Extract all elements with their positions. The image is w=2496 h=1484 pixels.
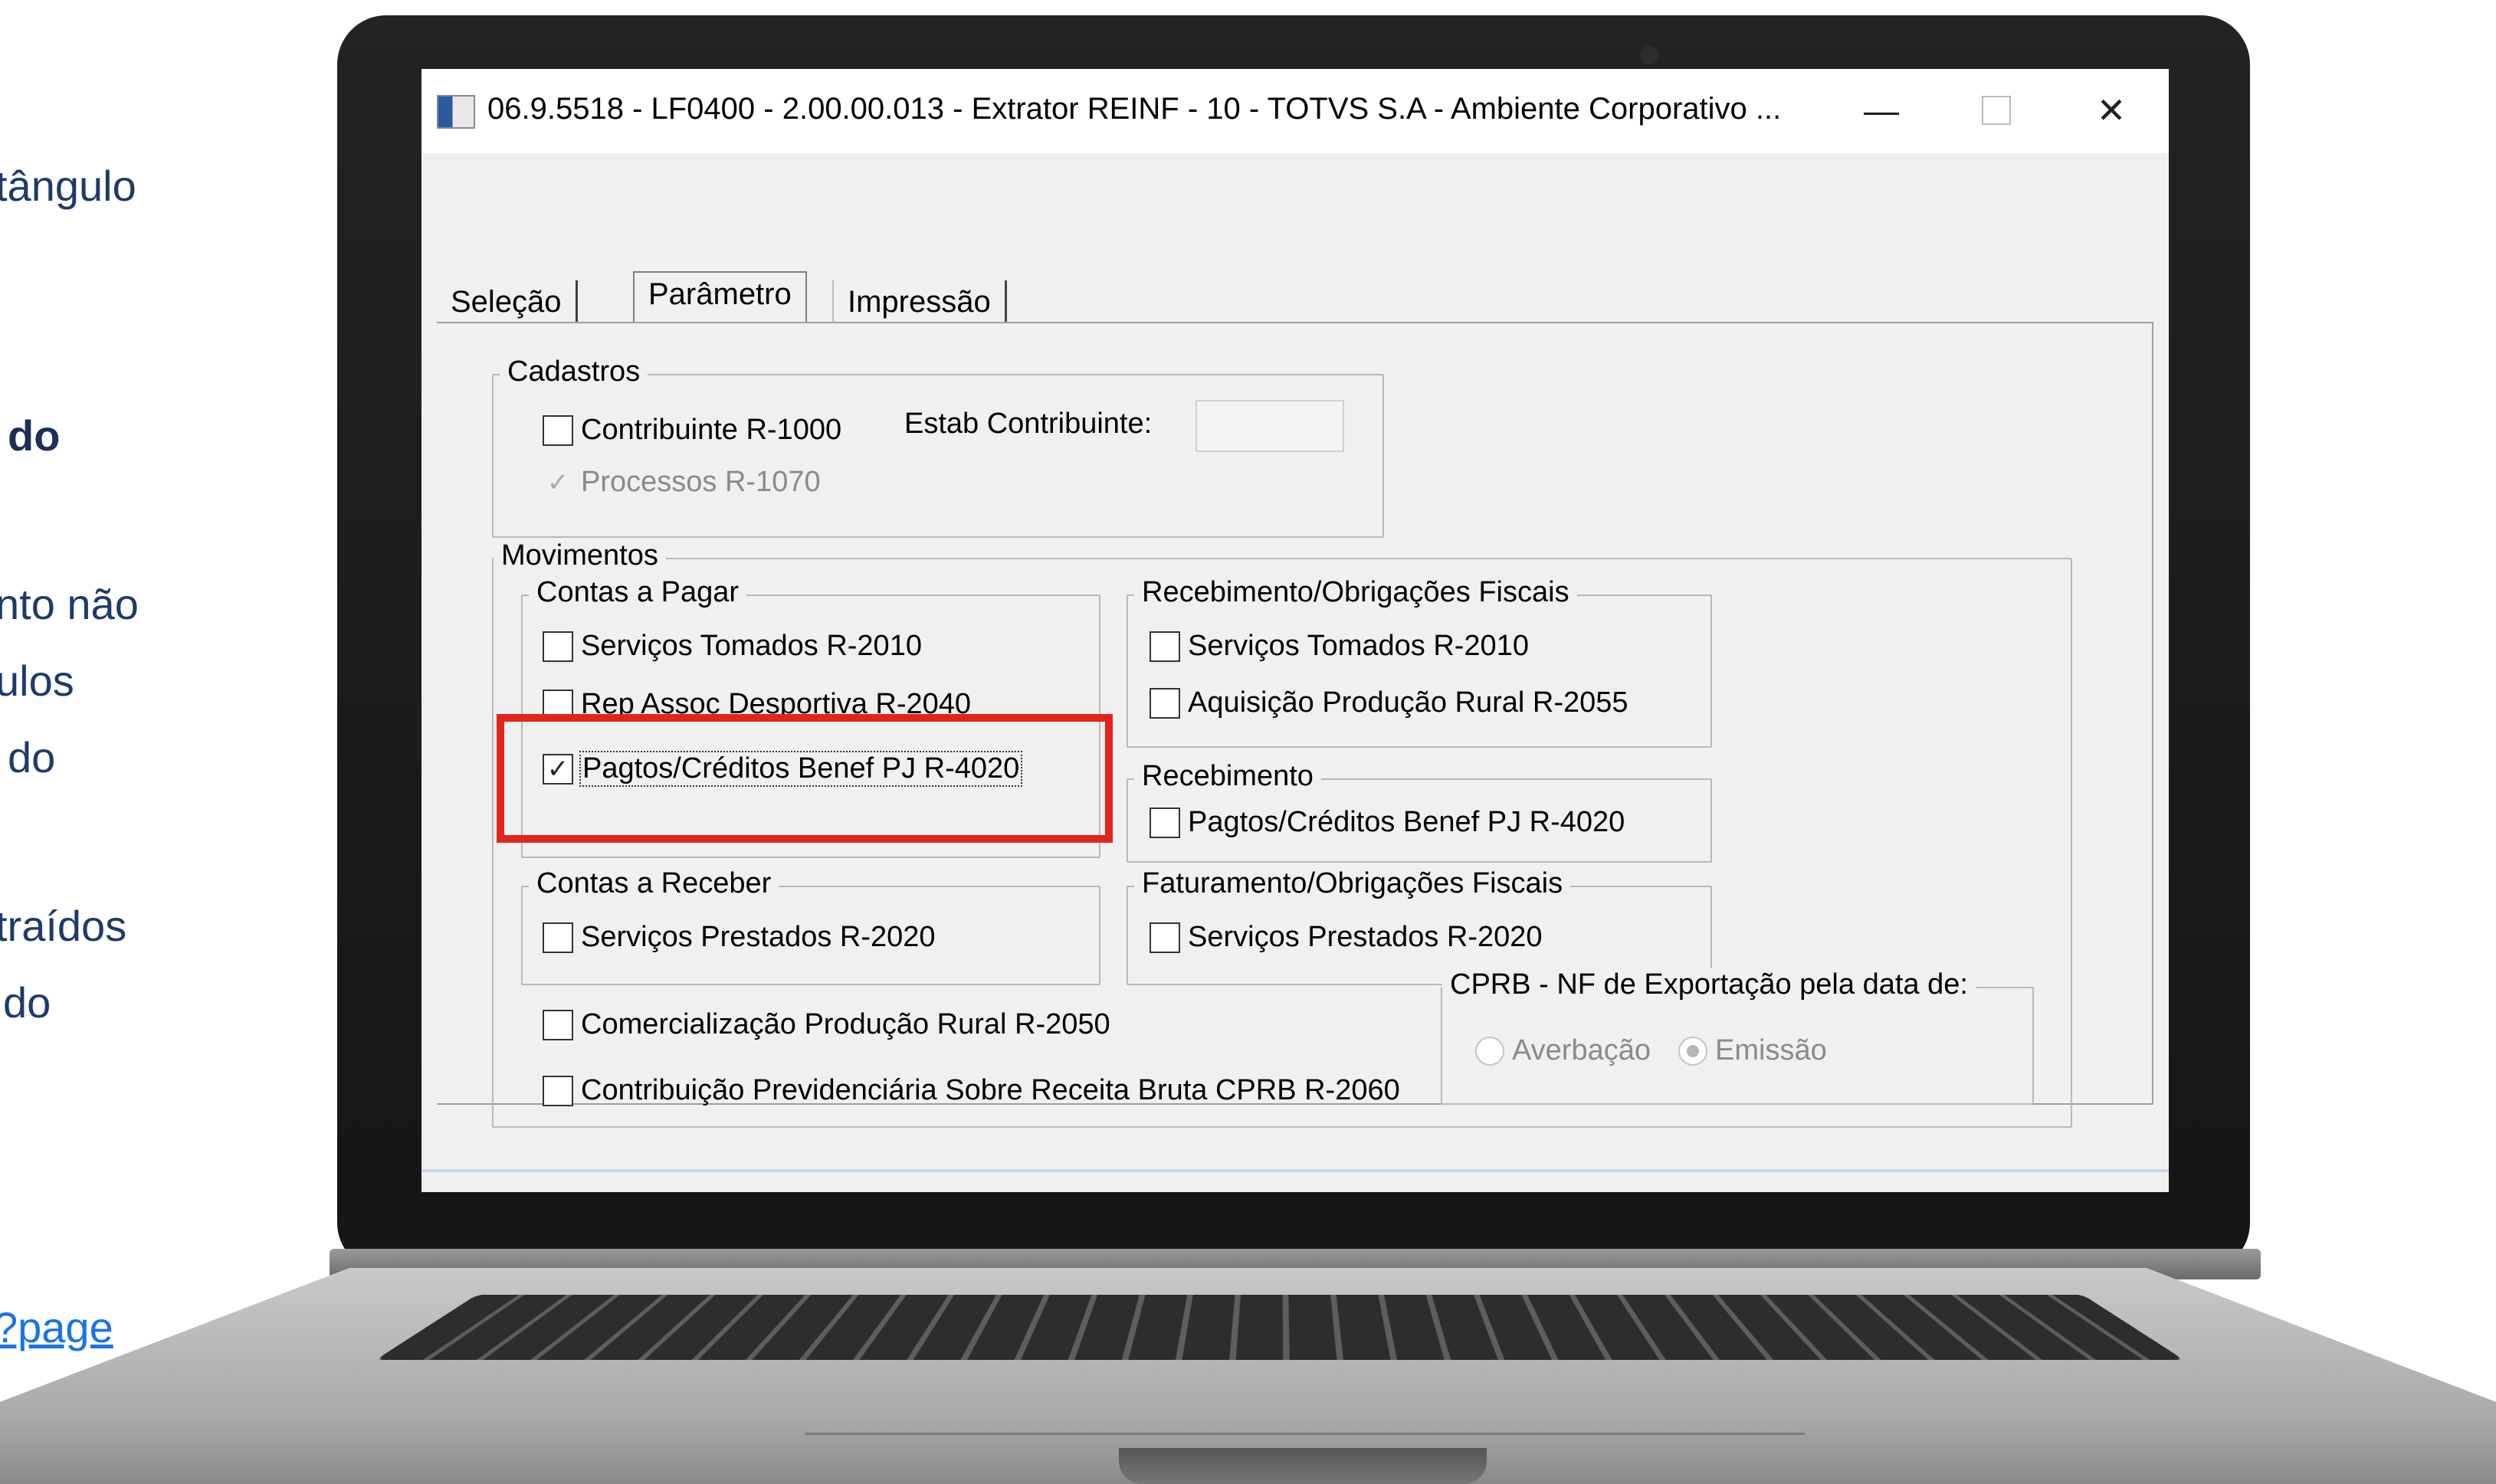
contribuinte-checkbox[interactable]: Contribuinte R-1000 bbox=[543, 414, 841, 447]
group-legend: Recebimento/Obrigações Fiscais bbox=[1134, 576, 1577, 609]
tab-impressao[interactable]: Impressão bbox=[832, 280, 1007, 324]
group-legend: Contas a Pagar bbox=[529, 576, 747, 609]
group-legend: Recebimento bbox=[1134, 760, 1321, 793]
slide-text-line: do bbox=[3, 978, 51, 1027]
slide-text-line: traídos bbox=[0, 902, 127, 950]
checkbox-box: ✓ bbox=[546, 467, 569, 497]
window-client: Seleção Parâmetro Impressão Cadastros Co… bbox=[421, 153, 2169, 1192]
processos-checkbox[interactable]: ✓ Processos R-1070 bbox=[543, 466, 821, 499]
group-legend: Contas a Receber bbox=[529, 867, 779, 900]
minimize-button[interactable]: — bbox=[1839, 80, 1924, 141]
checkbox-label: Comercialização Produção Rural R-2050 bbox=[581, 1008, 1110, 1040]
group-receb-obrigacoes: Recebimento/Obrigações Fiscais bbox=[1127, 576, 1712, 748]
checkbox-label: Pagtos/Créditos Benef PJ R-4020 bbox=[1188, 806, 1625, 838]
radio-circle bbox=[1678, 1036, 1707, 1066]
app-icon bbox=[437, 95, 475, 129]
checkbox-box bbox=[1150, 807, 1180, 838]
estab-contribuinte-label: Estab Contribuinte: bbox=[904, 408, 1153, 440]
slide-text-line: do bbox=[8, 411, 61, 460]
group-cadastros: Cadastros bbox=[492, 355, 1384, 538]
checkbox-box bbox=[1150, 687, 1180, 719]
averbacao-radio[interactable]: Averbação bbox=[1475, 1034, 1651, 1067]
laptop-trackpad bbox=[805, 1368, 1806, 1435]
emissao-radio[interactable]: Emissão bbox=[1678, 1034, 1827, 1067]
radio-label: Emissão bbox=[1715, 1034, 1827, 1066]
group-legend: Cadastros bbox=[500, 355, 648, 388]
checkbox-label: Processos R-1070 bbox=[581, 466, 821, 498]
tab-panel-parametro: Cadastros Contribuinte R-1000 Estab Cont… bbox=[437, 322, 2153, 1128]
comercializacao-rural-checkbox[interactable]: Comercialização Produção Rural R-2050 bbox=[543, 1008, 1110, 1041]
camera-icon bbox=[1640, 46, 1658, 64]
aquisicao-rural-checkbox[interactable]: Aquisição Produção Rural R-2055 bbox=[1150, 686, 1628, 719]
title-bar[interactable]: 06.9.5518 - LF0400 - 2.00.00.013 - Extra… bbox=[421, 69, 2169, 153]
checkbox-label: Serviços Tomados R-2010 bbox=[1188, 630, 1529, 662]
slide-link[interactable]: ?page bbox=[0, 1302, 113, 1352]
status-divider bbox=[421, 1169, 2169, 1172]
maximize-icon bbox=[1982, 96, 2011, 125]
checkbox-box bbox=[1150, 631, 1180, 662]
checkbox-label: Serviços Prestados R-2020 bbox=[1188, 921, 1543, 953]
estab-contribuinte-field[interactable] bbox=[1196, 400, 1344, 452]
radio-dot bbox=[1687, 1044, 1699, 1057]
window-title: 06.9.5518 - LF0400 - 2.00.00.013 - Extra… bbox=[487, 92, 1782, 126]
slide-text-line: nto não bbox=[0, 580, 139, 628]
checkbox-box bbox=[543, 922, 573, 953]
minimize-icon: — bbox=[1864, 90, 1899, 130]
checkbox-label: Serviços Tomados R-2010 bbox=[581, 630, 922, 662]
checkbox-box bbox=[543, 414, 573, 446]
radio-label: Averbação bbox=[1512, 1034, 1651, 1066]
app-window: 06.9.5518 - LF0400 - 2.00.00.013 - Extra… bbox=[421, 69, 2169, 1192]
laptop-notch bbox=[1119, 1448, 1487, 1484]
checkbox-label: Contribuinte R-1000 bbox=[581, 414, 842, 446]
checkbox-box bbox=[1150, 922, 1180, 953]
checkbox-label: Aquisição Produção Rural R-2055 bbox=[1188, 686, 1628, 719]
servicos-tomados-receb-checkbox[interactable]: Serviços Tomados R-2010 bbox=[1150, 630, 1529, 663]
servicos-tomados-pagar-checkbox[interactable]: Serviços Tomados R-2010 bbox=[543, 630, 922, 663]
radio-circle bbox=[1475, 1036, 1504, 1066]
servicos-prestados-receber-checkbox[interactable]: Serviços Prestados R-2020 bbox=[543, 921, 936, 954]
slide-text-line: tângulo bbox=[0, 162, 136, 210]
tab-selecao[interactable]: Seleção bbox=[437, 280, 578, 324]
highlight-rectangle bbox=[497, 714, 1113, 843]
laptop-keyboard bbox=[376, 1295, 2184, 1360]
checkbox-box bbox=[543, 1009, 573, 1040]
slide-text-line: do bbox=[8, 733, 56, 781]
close-button[interactable]: ✕ bbox=[2069, 80, 2153, 141]
close-icon: ✕ bbox=[2096, 90, 2127, 130]
group-legend: CPRB - NF de Exportação pela data de: bbox=[1442, 968, 1976, 1001]
servicos-prestados-faturamento-checkbox[interactable]: Serviços Prestados R-2020 bbox=[1150, 921, 1543, 954]
maximize-button[interactable] bbox=[1954, 80, 2038, 141]
group-legend: Movimentos bbox=[494, 539, 666, 572]
cprb-checkbox[interactable]: Contribuição Previdenciária Sobre Receit… bbox=[543, 1074, 1400, 1107]
checkbox-box bbox=[543, 631, 573, 662]
checkbox-label: Serviços Prestados R-2020 bbox=[581, 921, 936, 953]
slide-text-line: ulos bbox=[0, 657, 74, 705]
checkbox-label: Contribuição Previdenciária Sobre Receit… bbox=[581, 1074, 1400, 1106]
group-legend: Faturamento/Obrigações Fiscais bbox=[1134, 867, 1571, 900]
checkbox-box bbox=[543, 1075, 573, 1106]
pagtos-creditos-receb-checkbox[interactable]: Pagtos/Créditos Benef PJ R-4020 bbox=[1150, 806, 1625, 839]
